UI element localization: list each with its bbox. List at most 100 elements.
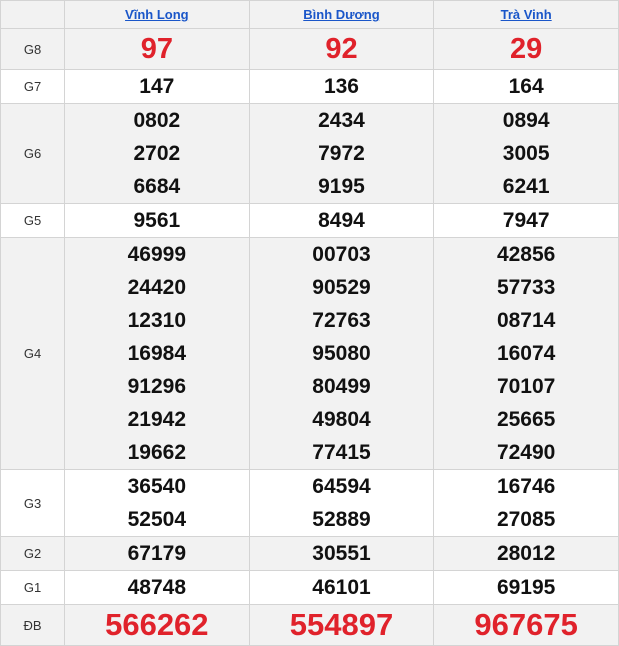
result-number: 52889 — [312, 508, 371, 531]
result-number: 52504 — [127, 508, 187, 531]
result-number: 2702 — [133, 142, 181, 165]
prize-row-g5: G5 9561 8494 7947 — [0, 203, 619, 238]
result-number: 2434 — [318, 109, 365, 132]
province-header-cell: Bình Dương — [248, 0, 435, 29]
result-number: 46999 — [127, 243, 187, 266]
province-header-row: Vĩnh Long Bình Dương Trà Vinh — [0, 0, 619, 29]
result-number: 57733 — [496, 276, 556, 299]
result-number: 6241 — [502, 175, 550, 198]
province-link-binh-duong[interactable]: Bình Dương — [303, 7, 379, 22]
result-cell: 8494 — [248, 203, 435, 238]
result-cell: 164 — [433, 69, 619, 104]
result-number: 48748 — [127, 576, 187, 599]
result-number: 29 — [510, 33, 543, 65]
prize-rows: G8 97 92 29 G7 147 136 164 G6 0802 2702 6684 2434 797… — [0, 28, 619, 646]
result-number: 72490 — [496, 441, 556, 464]
result-cell: 16746 27085 — [433, 469, 619, 537]
result-cell: 00703 90529 72763 95080 80499 49804 77415 — [248, 237, 435, 470]
result-cell: 69195 — [433, 570, 619, 605]
result-cell: 0802 2702 6684 — [64, 103, 250, 204]
result-number: 27085 — [496, 508, 556, 531]
result-cell: 46999 24420 12310 16984 91296 21942 19662 — [64, 237, 250, 470]
result-number: 30551 — [312, 542, 371, 565]
result-cell: 30551 — [248, 536, 435, 571]
prize-row-g1: G1 48748 46101 69195 — [0, 570, 619, 605]
province-header-cell: Vĩnh Long — [64, 0, 250, 29]
result-cell: 136 — [248, 69, 435, 104]
result-cell: 7947 — [433, 203, 619, 238]
result-number: 97 — [140, 33, 173, 65]
result-number: 16746 — [496, 475, 556, 498]
result-cell: 48748 — [64, 570, 250, 605]
result-number: 00703 — [312, 243, 371, 266]
prize-label: G6 — [0, 103, 65, 204]
result-cell: 967675 — [433, 604, 619, 646]
result-number: 0894 — [502, 109, 550, 132]
header-corner-cell — [0, 0, 65, 29]
result-cell: 147 — [64, 69, 250, 104]
result-number: 566262 — [105, 607, 209, 642]
prize-row-g8: G8 97 92 29 — [0, 28, 619, 70]
result-cell: 9561 — [64, 203, 250, 238]
province-link-tra-vinh[interactable]: Trà Vinh — [501, 7, 552, 22]
prize-label: ĐB — [0, 604, 65, 646]
result-number: 3005 — [502, 142, 550, 165]
result-number: 46101 — [312, 576, 371, 599]
result-number: 90529 — [312, 276, 371, 299]
result-number: 164 — [508, 75, 544, 98]
result-number: 77415 — [312, 441, 371, 464]
result-cell: 36540 52504 — [64, 469, 250, 537]
result-number: 91296 — [127, 375, 187, 398]
result-cell: 67179 — [64, 536, 250, 571]
result-number: 67179 — [127, 542, 187, 565]
result-number: 24420 — [127, 276, 187, 299]
result-number: 16074 — [496, 342, 556, 365]
result-number: 9195 — [318, 175, 365, 198]
result-number: 25665 — [496, 408, 556, 431]
result-number: 967675 — [474, 607, 578, 642]
result-number: 16984 — [127, 342, 187, 365]
result-cell: 97 — [64, 28, 250, 70]
prize-label: G5 — [0, 203, 65, 238]
prize-label: G8 — [0, 28, 65, 70]
result-number: 0802 — [133, 109, 181, 132]
result-number: 8494 — [318, 209, 365, 232]
prize-row-g2: G2 67179 30551 28012 — [0, 536, 619, 571]
result-cell: 566262 — [64, 604, 250, 646]
prize-label: G3 — [0, 469, 65, 537]
result-cell: 2434 7972 9195 — [248, 103, 435, 204]
result-cell: 64594 52889 — [248, 469, 435, 537]
province-link-vinh-long[interactable]: Vĩnh Long — [125, 7, 189, 22]
result-number: 49804 — [312, 408, 371, 431]
result-number: 64594 — [312, 475, 371, 498]
prize-row-db: ĐB 566262 554897 967675 — [0, 604, 619, 646]
result-number: 95080 — [312, 342, 371, 365]
result-number: 12310 — [127, 309, 187, 332]
prize-label: G4 — [0, 237, 65, 470]
result-cell: 554897 — [248, 604, 435, 646]
result-number: 136 — [323, 75, 359, 98]
prize-label: G1 — [0, 570, 65, 605]
result-number: 21942 — [127, 408, 187, 431]
prize-label: G7 — [0, 69, 65, 104]
result-cell: 29 — [433, 28, 619, 70]
result-number: 36540 — [127, 475, 187, 498]
result-number: 80499 — [312, 375, 371, 398]
prize-row-g7: G7 147 136 164 — [0, 69, 619, 104]
result-number: 554897 — [289, 607, 394, 642]
result-number: 6684 — [133, 175, 181, 198]
prize-row-g3: G3 36540 52504 64594 52889 16746 27085 — [0, 469, 619, 537]
prize-row-g6: G6 0802 2702 6684 2434 7972 9195 0894 3005 6241 — [0, 103, 619, 204]
lottery-results-table: Vĩnh Long Bình Dương Trà Vinh G8 97 92 29 G7… — [0, 0, 619, 646]
result-number: 69195 — [496, 576, 556, 599]
result-number: 42856 — [496, 243, 556, 266]
result-number: 7947 — [502, 209, 550, 232]
result-cell: 92 — [248, 28, 435, 70]
result-number: 147 — [139, 75, 175, 98]
result-number: 72763 — [312, 309, 371, 332]
prize-row-g4: G4 46999 24420 12310 16984 91296 21942 19662 007… — [0, 237, 619, 470]
result-number: 9561 — [133, 209, 181, 232]
result-cell: 42856 57733 08714 16074 70107 25665 72490 — [433, 237, 619, 470]
prize-label: G2 — [0, 536, 65, 571]
result-number: 70107 — [496, 375, 556, 398]
